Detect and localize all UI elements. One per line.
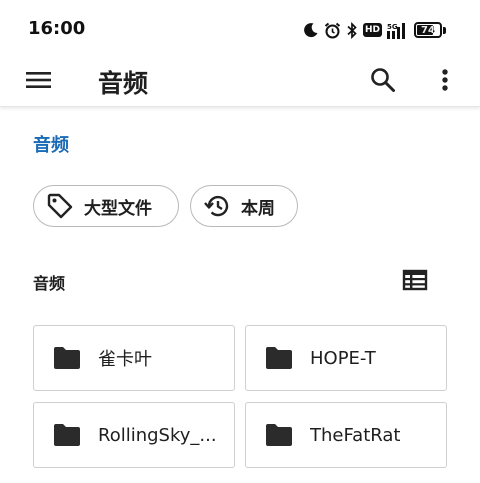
tag-icon xyxy=(47,193,73,219)
chip-large-files[interactable]: 大型文件 xyxy=(33,185,179,227)
hd-icon: HD xyxy=(362,23,382,37)
battery-tip xyxy=(443,26,446,34)
folder-icon xyxy=(266,424,292,446)
folder-icon xyxy=(54,424,80,446)
folder-card[interactable]: RollingSky_... xyxy=(33,402,235,468)
list-view-icon[interactable] xyxy=(402,268,428,292)
alarm-icon xyxy=(324,22,341,38)
folder-icon xyxy=(54,347,80,369)
app-bar: 音频 xyxy=(0,56,480,107)
folder-card[interactable]: HOPE-T xyxy=(245,325,447,391)
status-time: 16:00 xyxy=(28,18,86,39)
signal-5g-icon: 5G xyxy=(387,22,405,39)
folder-card[interactable]: TheFatRat xyxy=(245,402,447,468)
moon-icon xyxy=(304,23,318,38)
section-title: 音频 xyxy=(33,274,66,293)
history-icon xyxy=(204,195,229,217)
svg-text:5G: 5G xyxy=(387,23,398,31)
battery-level: 74 xyxy=(421,24,435,36)
folder-card[interactable]: 雀卡叶 xyxy=(33,325,235,391)
more-vert-icon[interactable] xyxy=(433,64,457,96)
page-title: 音频 xyxy=(98,69,149,98)
search-icon[interactable] xyxy=(369,66,397,94)
chip-this-week[interactable]: 本周 xyxy=(190,185,298,227)
chip-label: 本周 xyxy=(241,198,275,219)
folder-name: 雀卡叶 xyxy=(98,349,152,370)
status-bar: 16:00 HD 5G 74 xyxy=(0,0,480,56)
status-icons: HD 5G 74 xyxy=(303,19,446,41)
folder-name: HOPE-T xyxy=(310,347,376,369)
battery-icon: 74 xyxy=(414,22,442,38)
folder-name: TheFatRat xyxy=(310,424,401,446)
menu-icon[interactable] xyxy=(25,66,53,94)
bluetooth-icon xyxy=(347,21,357,39)
folder-name: RollingSky_... xyxy=(98,424,217,446)
chip-label: 大型文件 xyxy=(84,198,152,219)
breadcrumb[interactable]: 音频 xyxy=(33,131,69,157)
folder-icon xyxy=(266,347,292,369)
